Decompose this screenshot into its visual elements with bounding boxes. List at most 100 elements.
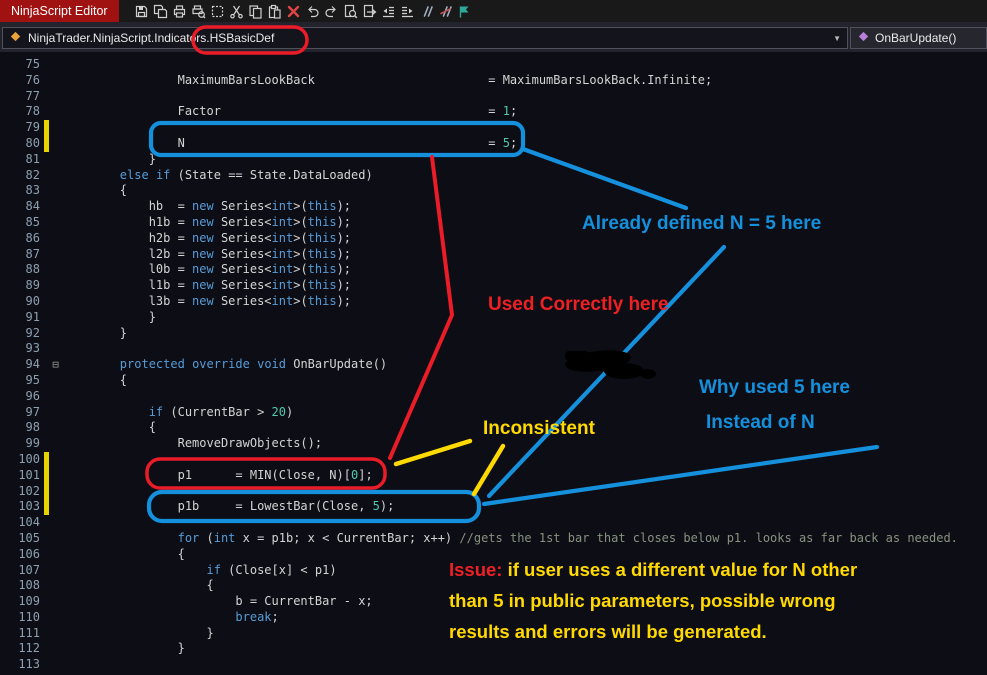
code-line[interactable]: RemoveDrawObjects();: [62, 436, 323, 452]
line-number[interactable]: 96: [0, 389, 44, 405]
line-number[interactable]: 79: [0, 120, 44, 136]
print-preview-icon[interactable]: [190, 2, 207, 20]
copy-icon[interactable]: [247, 2, 264, 20]
line-number[interactable]: 95: [0, 373, 44, 389]
line-number[interactable]: 89: [0, 278, 44, 294]
line-number[interactable]: 105: [0, 531, 44, 547]
line-number[interactable]: 81: [0, 152, 44, 168]
code-line[interactable]: l0b = new Series<int>(this);: [62, 262, 351, 278]
line-number[interactable]: 109: [0, 594, 44, 610]
code-row: 94 ⊟ protected override void OnBarUpdate(…: [0, 357, 987, 373]
code-line[interactable]: p1b = LowestBar(Close, 5);: [62, 499, 395, 515]
line-number[interactable]: 106: [0, 547, 44, 563]
method-selector-dropdown[interactable]: OnBarUpdate(): [850, 27, 987, 49]
line-number[interactable]: 87: [0, 247, 44, 263]
print-icon[interactable]: [171, 2, 188, 20]
line-number[interactable]: 108: [0, 578, 44, 594]
code-line[interactable]: h2b = new Series<int>(this);: [62, 231, 351, 247]
line-number[interactable]: 110: [0, 610, 44, 626]
line-number[interactable]: 75: [0, 57, 44, 73]
line-number[interactable]: 112: [0, 641, 44, 657]
find-in-files-icon[interactable]: [342, 2, 359, 20]
paste-icon[interactable]: [266, 2, 283, 20]
annotation-text-why-used: Why used 5 here: [699, 377, 850, 398]
code-line[interactable]: if (Close[x] < p1): [62, 563, 337, 579]
code-line[interactable]: MaximumBarsLookBack = MaximumBarsLookBac…: [62, 73, 713, 89]
line-number[interactable]: 107: [0, 563, 44, 579]
code-line[interactable]: {: [62, 547, 185, 563]
save-icon[interactable]: [133, 2, 150, 20]
line-number[interactable]: 101: [0, 468, 44, 484]
line-number[interactable]: 102: [0, 484, 44, 500]
cut-icon[interactable]: [228, 2, 245, 20]
code-row: 85 h1b = new Series<int>(this);: [0, 215, 987, 231]
line-number[interactable]: 90: [0, 294, 44, 310]
line-number[interactable]: 97: [0, 405, 44, 421]
method-icon: [857, 30, 870, 46]
code-line[interactable]: Factor = 1;: [62, 104, 518, 120]
line-number[interactable]: 91: [0, 310, 44, 326]
go-to-definition-icon[interactable]: [361, 2, 378, 20]
code-line[interactable]: }: [62, 626, 213, 642]
line-number[interactable]: 100: [0, 452, 44, 468]
line-number[interactable]: 92: [0, 326, 44, 342]
line-number[interactable]: 82: [0, 168, 44, 184]
line-number[interactable]: 99: [0, 436, 44, 452]
code-line[interactable]: }: [62, 152, 156, 168]
class-selector-dropdown[interactable]: NinjaTrader.NinjaScript.Indicators.HSBas…: [2, 27, 848, 49]
code-line[interactable]: p1 = MIN(Close, N)[0];: [62, 468, 373, 484]
code-row: 102: [0, 483, 987, 500]
line-number[interactable]: 113: [0, 657, 44, 673]
code-line[interactable]: }: [62, 641, 185, 657]
increase-indent-icon[interactable]: [399, 2, 416, 20]
fold-toggle-icon[interactable]: ⊟: [49, 357, 62, 373]
line-number[interactable]: 80: [0, 136, 44, 152]
code-line[interactable]: else if (State == State.DataLoaded): [62, 168, 373, 184]
code-line[interactable]: {: [62, 373, 127, 389]
fold-margin: [49, 73, 62, 89]
line-number[interactable]: 76: [0, 73, 44, 89]
code-line[interactable]: l1b = new Series<int>(this);: [62, 278, 351, 294]
comment-selection-icon[interactable]: [418, 2, 435, 20]
code-line[interactable]: protected override void OnBarUpdate(): [62, 357, 387, 373]
code-line[interactable]: b = CurrentBar - x;: [62, 594, 372, 610]
code-line[interactable]: h1b = new Series<int>(this);: [62, 215, 351, 231]
line-number[interactable]: 83: [0, 183, 44, 199]
code-line[interactable]: {: [62, 183, 127, 199]
code-line[interactable]: hb = new Series<int>(this);: [62, 199, 351, 215]
line-number[interactable]: 77: [0, 89, 44, 105]
line-number[interactable]: 104: [0, 515, 44, 531]
line-number[interactable]: 103: [0, 499, 44, 515]
code-line[interactable]: }: [62, 310, 156, 326]
decrease-indent-icon[interactable]: [380, 2, 397, 20]
line-number[interactable]: 93: [0, 341, 44, 357]
code-line[interactable]: l3b = new Series<int>(this);: [62, 294, 351, 310]
undo-icon[interactable]: [304, 2, 321, 20]
window-title-tab[interactable]: NinjaScript Editor: [0, 0, 119, 22]
code-line[interactable]: N = 5;: [62, 136, 518, 152]
line-number[interactable]: 78: [0, 104, 44, 120]
save-all-icon[interactable]: [152, 2, 169, 20]
code-line[interactable]: {: [62, 578, 213, 594]
line-number[interactable]: 85: [0, 215, 44, 231]
line-number[interactable]: 98: [0, 420, 44, 436]
selection-icon[interactable]: [209, 2, 226, 20]
chevron-down-icon[interactable]: ▼: [833, 34, 841, 43]
line-number[interactable]: 94: [0, 357, 44, 373]
delete-icon[interactable]: [285, 2, 302, 20]
code-line[interactable]: }: [62, 326, 127, 342]
fold-margin: [49, 120, 62, 136]
fold-margin: [49, 183, 62, 199]
line-number[interactable]: 86: [0, 231, 44, 247]
uncomment-selection-icon[interactable]: [437, 2, 454, 20]
redo-icon[interactable]: [323, 2, 340, 20]
line-number[interactable]: 88: [0, 262, 44, 278]
code-line[interactable]: l2b = new Series<int>(this);: [62, 247, 351, 263]
code-line[interactable]: for (int x = p1b; x < CurrentBar; x++) /…: [62, 531, 958, 547]
line-number[interactable]: 111: [0, 626, 44, 642]
code-line[interactable]: break;: [62, 610, 278, 626]
compile-icon[interactable]: [456, 2, 473, 20]
code-line[interactable]: if (CurrentBar > 20): [62, 405, 294, 421]
code-line[interactable]: {: [62, 420, 156, 436]
line-number[interactable]: 84: [0, 199, 44, 215]
